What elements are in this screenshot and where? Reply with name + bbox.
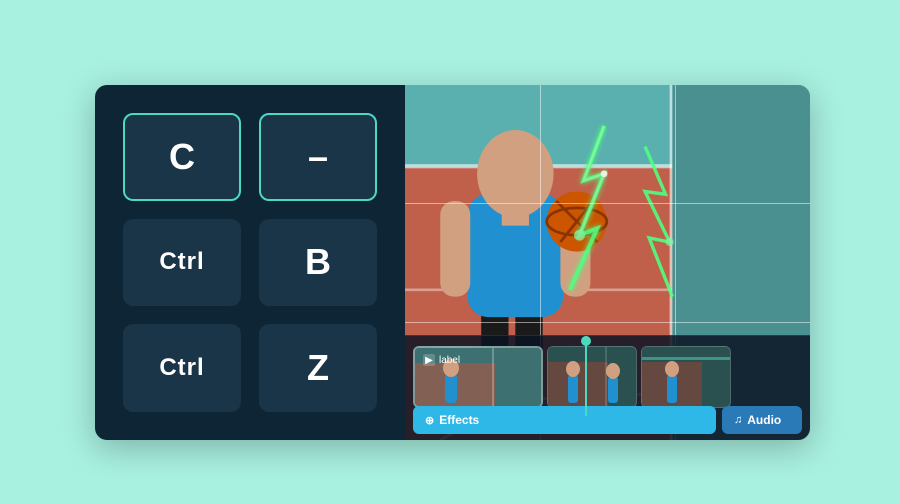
key-minus-label: – <box>308 136 328 178</box>
main-container: C – Ctrl B Ctrl Z <box>95 85 810 440</box>
audio-icon: ♫ <box>734 414 742 426</box>
clip-play-icon: ▶ <box>423 354 435 366</box>
key-c-label: C <box>169 136 195 178</box>
effects-label: Effects <box>439 413 479 427</box>
key-b-label: B <box>305 241 331 283</box>
timeline-strip: ▶ label <box>405 335 810 440</box>
key-b[interactable]: B <box>259 219 377 307</box>
key-ctrl-1-label: Ctrl <box>159 248 204 276</box>
clip-main-label: label <box>439 355 460 366</box>
key-z[interactable]: Z <box>259 324 377 412</box>
key-ctrl-2-label: Ctrl <box>159 354 204 382</box>
timeline-playhead <box>585 336 587 416</box>
key-c[interactable]: C <box>123 113 241 201</box>
key-ctrl-1[interactable]: Ctrl <box>123 219 241 307</box>
clip-secondary-1[interactable] <box>547 346 637 408</box>
video-panel: ▶ label <box>405 85 810 440</box>
clip-main[interactable]: ▶ label <box>413 346 543 408</box>
clip-secondary-2[interactable] <box>641 346 731 408</box>
keyboard-panel: C – Ctrl B Ctrl Z <box>95 85 405 440</box>
key-ctrl-2[interactable]: Ctrl <box>123 324 241 412</box>
tab-audio[interactable]: ♫ Audio <box>722 406 802 434</box>
audio-label: Audio <box>747 413 781 427</box>
key-z-label: Z <box>307 347 329 389</box>
tab-effects[interactable]: ⊕ Effects <box>413 406 716 434</box>
clip-thumbnail-3 <box>642 347 731 408</box>
clip-thumbnail-2 <box>548 347 637 408</box>
key-minus[interactable]: – <box>259 113 377 201</box>
tab-bar: ⊕ Effects ♫ Audio <box>405 400 810 440</box>
effects-icon: ⊕ <box>425 414 434 427</box>
